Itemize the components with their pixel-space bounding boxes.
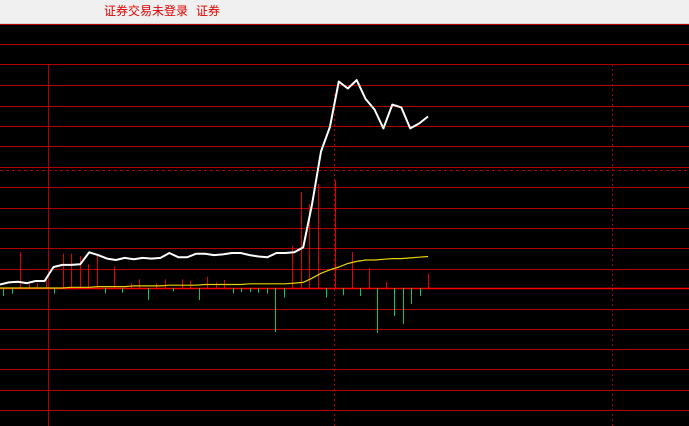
average-price-line <box>0 255 429 289</box>
intraday-chart[interactable] <box>0 24 689 426</box>
market-label: 证券 <box>196 4 221 18</box>
status-text: 证券交易未登录 证券 <box>104 3 220 19</box>
intraday-chart-svg <box>0 24 689 426</box>
login-status-label: 证券交易未登录 <box>104 4 189 18</box>
price-lines-layer <box>0 79 429 289</box>
status-bar: 证券交易未登录 证券 <box>0 0 689 24</box>
price-line <box>0 79 429 286</box>
